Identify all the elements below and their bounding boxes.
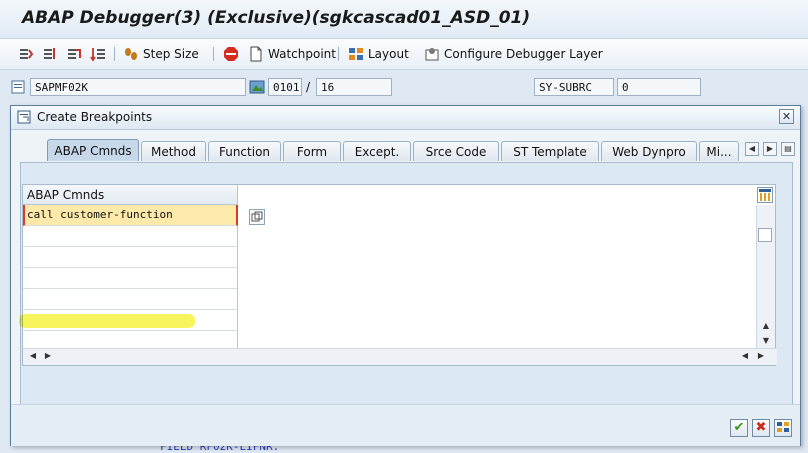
return-icon[interactable] (66, 46, 82, 62)
scroll-down-icon[interactable]: ▼ (759, 336, 773, 345)
scroll-left-icon[interactable]: ◀ (26, 351, 40, 360)
step-into-icon[interactable] (18, 46, 34, 62)
tab-form[interactable]: Form (283, 141, 341, 161)
tab-exception[interactable]: Except. (343, 141, 411, 161)
step-size-button[interactable]: Step Size (123, 44, 199, 64)
confirm-button[interactable]: ✔ (730, 419, 748, 437)
select-all-checkbox[interactable] (758, 228, 772, 242)
dialog-title-bar: Create Breakpoints ✕ (11, 106, 800, 130)
status-field-row: SAPMF02K 0101 / 16 SY-SUBRC 0 (0, 76, 808, 100)
grid-row[interactable] (23, 247, 238, 268)
tab-more[interactable]: Mi... (699, 141, 739, 161)
horizontal-scrollbar[interactable]: ◀ ▶ ◀ ▶ (23, 348, 777, 365)
dialog-icon (17, 110, 31, 124)
scroll-right-icon[interactable]: ▶ (41, 351, 55, 360)
window-title-bar: ABAP Debugger(3) (Exclusive)(sgkcascad01… (0, 0, 808, 38)
tab-scroll-left-icon[interactable]: ◀ (745, 142, 759, 156)
tab-web-dynpro[interactable]: Web Dynpro (601, 141, 697, 161)
configure-layer-button[interactable]: Configure Debugger Layer (424, 44, 603, 64)
toolbar-separator (114, 47, 115, 61)
tab-source-code[interactable]: Srce Code (413, 141, 499, 161)
column-settings-icon[interactable] (757, 187, 773, 203)
stop-icon (224, 47, 238, 61)
layout-button[interactable]: Layout (348, 44, 409, 64)
continue-icon[interactable] (90, 46, 106, 62)
scroll-up-icon[interactable]: ▲ (759, 321, 773, 330)
document-icon (250, 46, 262, 62)
configure-icon (425, 48, 439, 61)
highlighter-mark (19, 314, 195, 328)
program-icon (11, 80, 25, 94)
watchpoint-label: Watchpoint (268, 47, 336, 61)
program-name-field[interactable]: SAPMF02K (30, 78, 246, 96)
screen-icon (249, 80, 265, 94)
stop-button[interactable] (223, 44, 241, 64)
abap-cmnds-grid: ABAP Cmnds call customer-function ▲ ▼ ◀ … (22, 184, 777, 366)
grid-row[interactable] (23, 226, 238, 247)
tab-function[interactable]: Function (208, 141, 281, 161)
configure-layer-label: Configure Debugger Layer (444, 47, 603, 61)
layout-icon (349, 48, 363, 60)
footsteps-icon (125, 48, 137, 60)
tab-abap-cmnds[interactable]: ABAP Cmnds (47, 139, 139, 161)
grid-column-header[interactable]: ABAP Cmnds (23, 185, 238, 205)
field-separator: / (306, 80, 311, 94)
breakpoint-tabs: ABAP Cmnds Method Function Form Except. … (19, 139, 739, 161)
tab-method[interactable]: Method (141, 141, 206, 161)
tab-list-icon[interactable]: ▤ (781, 142, 795, 156)
layout-label: Layout (368, 47, 409, 61)
scroll-left-end-icon[interactable]: ◀ (738, 351, 752, 360)
dialog-title: Create Breakpoints (37, 110, 153, 124)
window-title: ABAP Debugger(3) (Exclusive)(sgkcascad01… (22, 8, 531, 28)
toolbar-separator (338, 47, 339, 61)
multiple-selection-icon (777, 422, 789, 432)
watchpoint-button[interactable]: Watchpoint (248, 44, 336, 64)
screen-number-field[interactable]: 0101 (268, 78, 302, 96)
cancel-button[interactable]: ✖ (752, 419, 770, 437)
create-breakpoints-dialog: Create Breakpoints ✕ ABAP Cmnds Method F… (10, 105, 801, 446)
grid-row[interactable] (23, 289, 238, 310)
line-number-field[interactable]: 16 (316, 78, 392, 96)
value-help-icon[interactable] (249, 209, 265, 225)
dialog-footer: ✔ ✖ (11, 404, 800, 446)
grid-row[interactable]: call customer-function (23, 205, 238, 226)
tab-st-template[interactable]: ST Template (501, 141, 599, 161)
vertical-scrollbar[interactable]: ▲ ▼ (756, 205, 775, 350)
sysubrc-value: 0 (617, 78, 701, 96)
grid-row[interactable] (23, 268, 238, 289)
tab-scroll-right-icon[interactable]: ▶ (763, 142, 777, 156)
multiple-selection-button[interactable] (774, 419, 792, 437)
step-size-label: Step Size (143, 47, 199, 61)
toolbar-separator (213, 47, 214, 61)
close-button[interactable]: ✕ (779, 109, 794, 124)
sysubrc-label: SY-SUBRC (534, 78, 614, 96)
debugger-toolbar: Step Size Watchpoint Layout Configure De… (0, 38, 808, 70)
execute-icon[interactable] (42, 46, 58, 62)
scroll-right-end-icon[interactable]: ▶ (754, 351, 768, 360)
